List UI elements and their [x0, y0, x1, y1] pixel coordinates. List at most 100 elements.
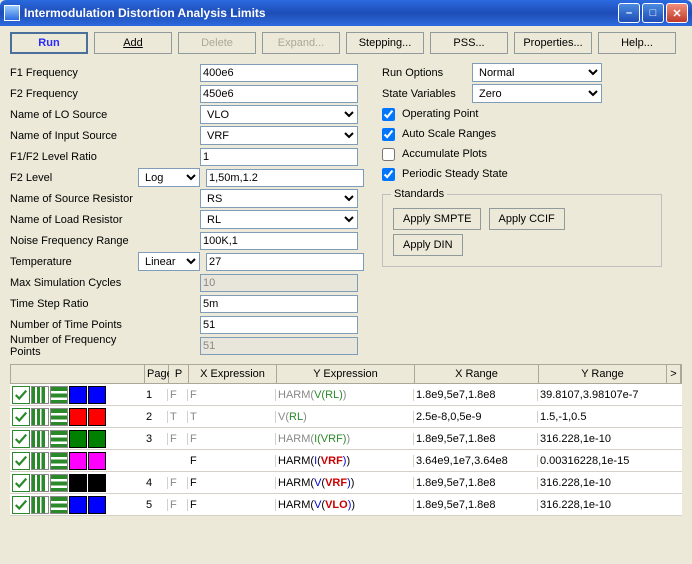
pss-button[interactable]: PSS...	[430, 32, 508, 54]
enable-icon[interactable]	[12, 496, 30, 514]
cell-yrange[interactable]: 316.228,1e-10	[538, 433, 666, 445]
properties-button[interactable]: Properties...	[514, 32, 592, 54]
cell-yexpr[interactable]: HARM(I(VRF))	[276, 455, 414, 467]
cell-p[interactable]: F	[168, 389, 188, 401]
col-p[interactable]: P	[169, 365, 189, 383]
color2-swatch[interactable]	[88, 386, 106, 404]
cell-xrange[interactable]: 3.64e9,1e7,3.64e8	[414, 455, 538, 467]
maximize-button[interactable]: □	[642, 3, 664, 23]
cell-page[interactable]: 4	[144, 477, 168, 489]
col-xexpr[interactable]: X Expression	[189, 365, 277, 383]
accumulate-checkbox[interactable]	[382, 148, 395, 161]
color2-swatch[interactable]	[88, 474, 106, 492]
f2-frequency-input[interactable]	[200, 85, 358, 103]
run-button[interactable]: Run	[10, 32, 88, 54]
lines-icon[interactable]	[50, 474, 68, 492]
stepping-button[interactable]: Stepping...	[346, 32, 424, 54]
color2-swatch[interactable]	[88, 430, 106, 448]
cell-page[interactable]: 2	[144, 411, 168, 423]
cell-xrange[interactable]: 1.8e9,5e7,1.8e8	[414, 433, 538, 445]
cell-xexpr[interactable]: T	[188, 411, 276, 423]
lo-source-select[interactable]: VLO	[200, 105, 358, 124]
cell-p[interactable]: F	[168, 433, 188, 445]
num-time-points-input[interactable]	[200, 316, 358, 334]
minimize-button[interactable]: –	[618, 3, 640, 23]
color2-swatch[interactable]	[88, 496, 106, 514]
run-options-select[interactable]: Normal	[472, 63, 602, 82]
f1-frequency-input[interactable]	[200, 64, 358, 82]
close-button[interactable]: ✕	[666, 3, 688, 23]
help-button[interactable]: Help...	[598, 32, 676, 54]
cell-page[interactable]: 1	[144, 389, 168, 401]
cell-yexpr[interactable]: HARM(V(RL))	[276, 389, 414, 401]
table-row[interactable]: 4FFHARM(V(VRF))1.8e9,5e7,1.8e8316.228,1e…	[10, 472, 682, 494]
color1-swatch[interactable]	[69, 496, 87, 514]
enable-icon[interactable]	[12, 452, 30, 470]
bars-icon[interactable]	[31, 430, 49, 448]
lines-icon[interactable]	[50, 408, 68, 426]
col-yrange[interactable]: Y Range	[539, 365, 667, 383]
lines-icon[interactable]	[50, 496, 68, 514]
cell-page[interactable]: 3	[144, 433, 168, 445]
cell-yrange[interactable]: 316.228,1e-10	[538, 499, 666, 511]
operating-point-checkbox[interactable]	[382, 108, 395, 121]
enable-icon[interactable]	[12, 408, 30, 426]
color1-swatch[interactable]	[69, 430, 87, 448]
color1-swatch[interactable]	[69, 408, 87, 426]
cell-yexpr[interactable]: V(RL)	[276, 411, 414, 423]
noise-range-input[interactable]	[200, 232, 358, 250]
apply-din-button[interactable]: Apply DIN	[393, 234, 463, 256]
cell-xexpr[interactable]: F	[188, 389, 276, 401]
temperature-input[interactable]	[206, 253, 364, 271]
table-row[interactable]: 3FFHARM(I(VRF))1.8e9,5e7,1.8e8316.228,1e…	[10, 428, 682, 450]
time-step-ratio-input[interactable]	[200, 295, 358, 313]
bars-icon[interactable]	[31, 474, 49, 492]
col-more[interactable]: >	[667, 365, 681, 383]
input-source-select[interactable]: VRF	[200, 126, 358, 145]
cell-p[interactable]: T	[168, 411, 188, 423]
apply-ccif-button[interactable]: Apply CCIF	[489, 208, 565, 230]
f2-level-input[interactable]	[206, 169, 364, 187]
cell-yexpr[interactable]: HARM(V(VRF))	[276, 477, 414, 489]
table-row[interactable]: 5FFHARM(V(VLO))1.8e9,5e7,1.8e8316.228,1e…	[10, 494, 682, 516]
color2-swatch[interactable]	[88, 408, 106, 426]
enable-icon[interactable]	[12, 430, 30, 448]
bars-icon[interactable]	[31, 408, 49, 426]
lines-icon[interactable]	[50, 386, 68, 404]
load-resistor-select[interactable]: RL	[200, 210, 358, 229]
level-ratio-input[interactable]	[200, 148, 358, 166]
cell-yrange[interactable]: 0.00316228,1e-15	[538, 455, 666, 467]
color2-swatch[interactable]	[88, 452, 106, 470]
col-yexpr[interactable]: Y Expression	[277, 365, 415, 383]
color1-swatch[interactable]	[69, 452, 87, 470]
color1-swatch[interactable]	[69, 474, 87, 492]
state-vars-select[interactable]: Zero	[472, 84, 602, 103]
cell-xrange[interactable]: 1.8e9,5e7,1.8e8	[414, 477, 538, 489]
col-page[interactable]: Page	[145, 365, 169, 383]
apply-smpte-button[interactable]: Apply SMPTE	[393, 208, 481, 230]
cell-yrange[interactable]: 316.228,1e-10	[538, 477, 666, 489]
bars-icon[interactable]	[31, 452, 49, 470]
cell-xexpr[interactable]: F	[188, 433, 276, 445]
lines-icon[interactable]	[50, 452, 68, 470]
enable-icon[interactable]	[12, 474, 30, 492]
cell-p[interactable]: F	[168, 477, 188, 489]
cell-xrange[interactable]: 1.8e9,5e7,1.8e8	[414, 499, 538, 511]
source-resistor-select[interactable]: RS	[200, 189, 358, 208]
table-row[interactable]: FHARM(I(VRF))3.64e9,1e7,3.64e80.00316228…	[10, 450, 682, 472]
cell-yrange[interactable]: 39.8107,3.98107e-7	[538, 389, 666, 401]
periodic-steady-checkbox[interactable]	[382, 168, 395, 181]
table-row[interactable]: 2TTV(RL)2.5e-8,0,5e-91.5,-1,0.5	[10, 406, 682, 428]
temperature-mode-select[interactable]: Linear	[138, 252, 200, 271]
cell-page[interactable]: 5	[144, 499, 168, 511]
enable-icon[interactable]	[12, 386, 30, 404]
color1-swatch[interactable]	[69, 386, 87, 404]
f2-level-mode-select[interactable]: Log	[138, 168, 200, 187]
cell-yrange[interactable]: 1.5,-1,0.5	[538, 411, 666, 423]
lines-icon[interactable]	[50, 430, 68, 448]
cell-yexpr[interactable]: HARM(V(VLO))	[276, 499, 414, 511]
cell-xexpr[interactable]: F	[188, 455, 276, 467]
auto-scale-checkbox[interactable]	[382, 128, 395, 141]
cell-xexpr[interactable]: F	[188, 477, 276, 489]
cell-xrange[interactable]: 2.5e-8,0,5e-9	[414, 411, 538, 423]
